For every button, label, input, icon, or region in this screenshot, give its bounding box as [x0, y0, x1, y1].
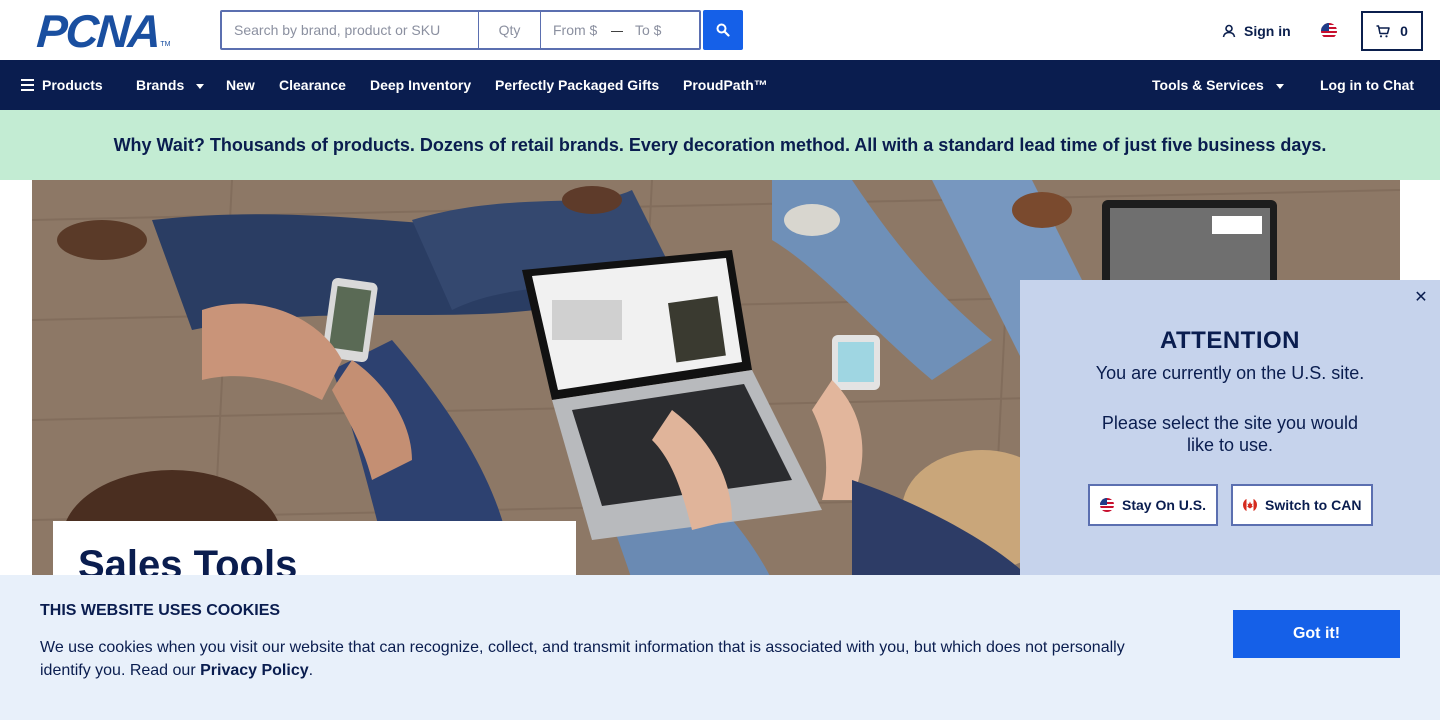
caret-down-icon [1275, 83, 1284, 89]
got-it-button[interactable]: Got it! [1233, 610, 1400, 658]
nav-label: Deep Inventory [370, 77, 472, 93]
nav-item-tools-services[interactable]: Tools & Services [1152, 60, 1284, 110]
stay-on-us-button[interactable]: Stay On U.S. [1088, 484, 1219, 526]
price-to-input[interactable] [623, 12, 699, 48]
user-icon [1222, 24, 1236, 38]
cart-button[interactable]: 0 [1361, 11, 1423, 51]
nav-item-new[interactable]: New [226, 60, 255, 110]
cookie-title: THIS WEBSITE USES COOKIES [40, 602, 281, 619]
logo-trademark: TM [160, 41, 171, 48]
sign-in-link[interactable]: Sign in [1222, 20, 1291, 42]
region-select-popup: ✕ ATTENTION You are currently on the U.S… [1020, 280, 1440, 580]
cart-icon [1376, 24, 1390, 37]
logo-text: PCNA [35, 5, 162, 57]
hamburger-icon [21, 79, 34, 91]
main-nav: Products Brands New Clearance Deep Inven… [0, 60, 1440, 110]
nav-item-products[interactable]: Products [21, 60, 103, 110]
cookie-body: We use cookies when you visit our websit… [40, 636, 1150, 682]
promo-text[interactable]: Why Wait? Thousands of products. Dozens … [114, 135, 1327, 156]
price-range-separator: — [611, 22, 625, 38]
search-icon [716, 23, 730, 37]
nav-item-log-in-to-chat[interactable]: Log in to Chat [1320, 60, 1414, 110]
cookie-banner: THIS WEBSITE USES COOKIES We use cookies… [0, 575, 1440, 720]
nav-label: ProudPath™ [683, 77, 768, 93]
nav-label: Clearance [279, 77, 346, 93]
popup-current-site-text: You are currently on the U.S. site. [1095, 363, 1365, 383]
privacy-policy-link[interactable]: Privacy Policy [200, 662, 309, 679]
nav-item-deep-inventory[interactable]: Deep Inventory [370, 60, 471, 110]
us-flag-icon [1100, 498, 1114, 512]
cart-count: 0 [1400, 23, 1408, 39]
popup-instruction-text: Please select the site you would like to… [1101, 413, 1359, 455]
popup-title: ATTENTION [1159, 327, 1301, 354]
pcna-logo[interactable]: PCNA TM [35, 5, 171, 57]
top-header: PCNA TM — Sign in [0, 0, 1440, 60]
caret-down-icon [196, 83, 205, 89]
stay-on-us-label: Stay On U.S. [1122, 497, 1207, 513]
search-bar: — [220, 10, 701, 50]
nav-label: Perfectly Packaged Gifts [495, 77, 660, 93]
nav-label: Brands [136, 77, 185, 93]
cookie-body-end: . [308, 662, 314, 679]
price-from-input[interactable] [541, 12, 613, 48]
switch-to-can-button[interactable]: Switch to CAN [1231, 484, 1374, 526]
us-flag-icon[interactable] [1321, 23, 1337, 39]
nav-label: New [226, 77, 255, 93]
nav-label: Tools & Services [1152, 77, 1264, 93]
close-icon[interactable]: ✕ [1412, 288, 1430, 306]
nav-label: Log in to Chat [1320, 77, 1415, 93]
sign-in-label: Sign in [1244, 23, 1291, 39]
nav-item-perfectly-packaged-gifts[interactable]: Perfectly Packaged Gifts [495, 60, 659, 110]
search-button[interactable] [703, 10, 743, 50]
nav-item-proudpath[interactable]: ProudPath™ [683, 60, 768, 110]
quantity-input[interactable] [479, 12, 541, 48]
canada-flag-icon [1243, 498, 1257, 512]
search-input[interactable] [222, 12, 479, 48]
nav-label: Products [42, 77, 103, 93]
promo-banner: Why Wait? Thousands of products. Dozens … [0, 110, 1440, 180]
nav-item-clearance[interactable]: Clearance [279, 60, 346, 110]
nav-item-brands[interactable]: Brands [136, 60, 205, 110]
switch-to-can-label: Switch to CAN [1265, 497, 1362, 513]
